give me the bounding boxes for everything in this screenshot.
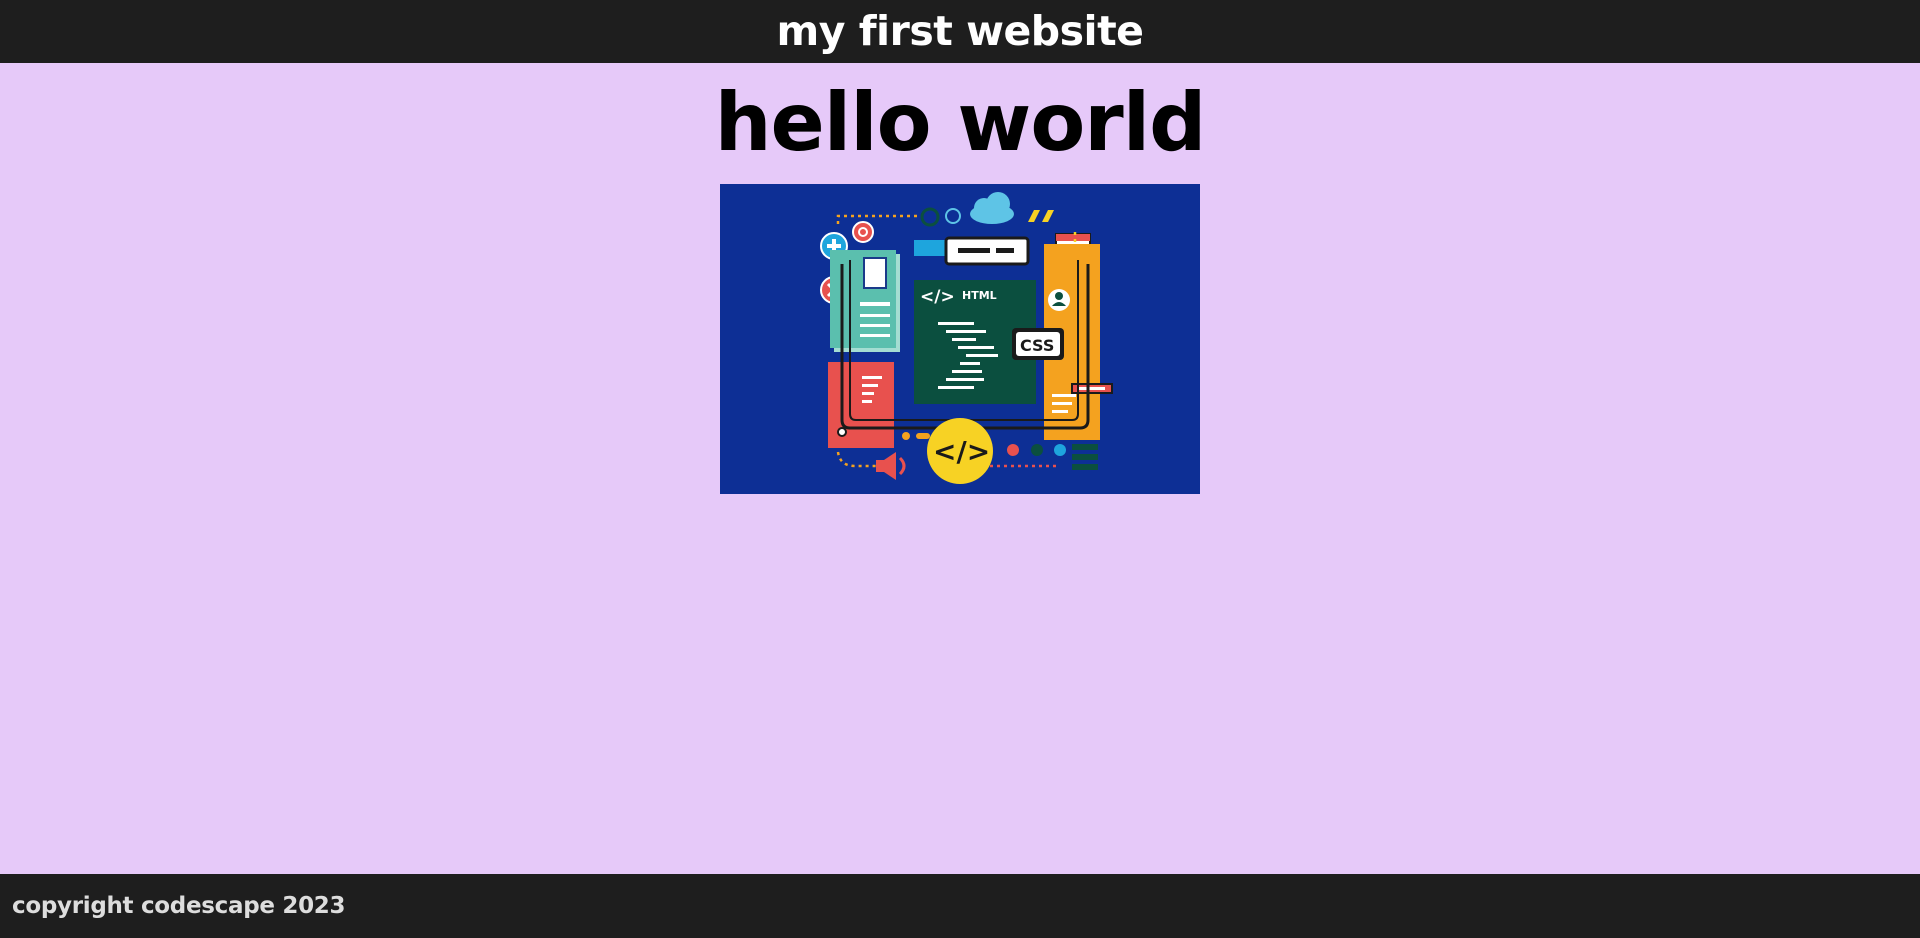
site-header: my first website <box>0 0 1920 63</box>
editor-code-tag: </> <box>920 287 955 307</box>
html-label: HTML <box>962 289 997 302</box>
copyright-text: copyright codescape 2023 <box>12 893 346 919</box>
circle-code-tag: </> <box>933 435 990 468</box>
page-heading: hello world <box>714 76 1207 169</box>
refresh-icon <box>852 221 874 243</box>
list-icon <box>1072 444 1098 470</box>
coding-illustration-image: </> HTML CSS </> <box>720 184 1200 494</box>
text-document-icon <box>828 362 894 448</box>
address-bar <box>944 236 1030 266</box>
main-content: hello world </> HTML CSS </> <box>0 63 1920 874</box>
code-icon: </> <box>927 418 993 484</box>
site-footer: copyright codescape 2023 <box>0 874 1920 938</box>
css-label: CSS <box>1020 336 1054 355</box>
css-badge: CSS <box>1012 328 1064 360</box>
site-title: my first website <box>776 7 1144 55</box>
